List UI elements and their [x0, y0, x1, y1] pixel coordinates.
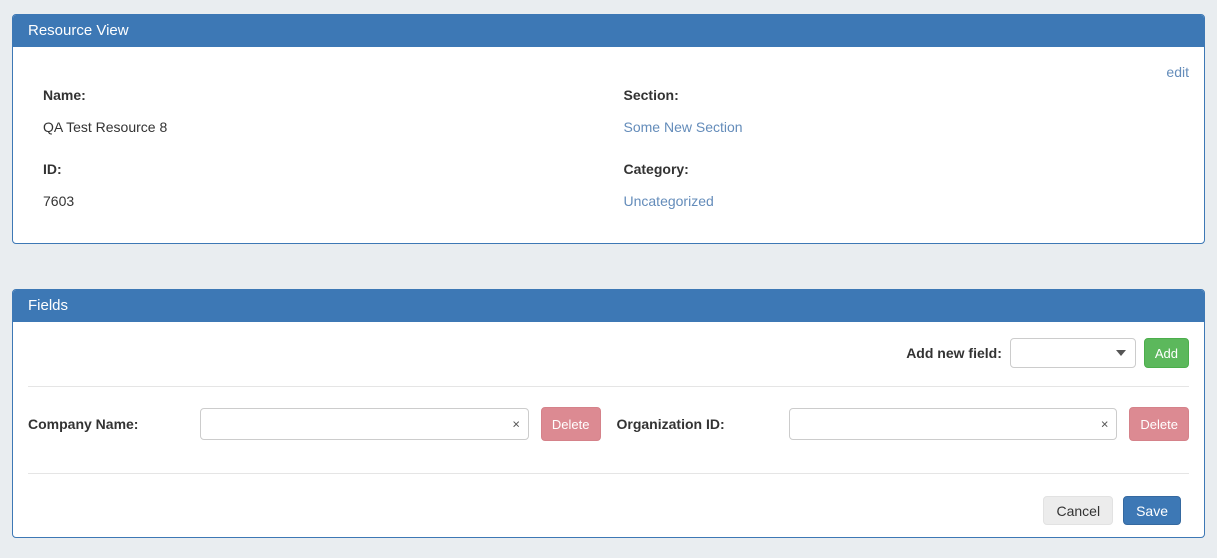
divider-bottom	[28, 473, 1189, 474]
resource-view-panel: Resource View edit Name: QA Test Resourc…	[12, 14, 1205, 244]
company-name-field: Company Name: × Delete	[28, 407, 601, 441]
organization-id-label: Organization ID:	[617, 416, 777, 432]
company-name-label: Company Name:	[28, 416, 188, 432]
save-button[interactable]: Save	[1123, 496, 1181, 525]
category-group: Category: Uncategorized	[624, 159, 1175, 211]
name-label: Name:	[43, 85, 594, 105]
id-value: 7603	[43, 191, 594, 211]
resource-view-panel-header: Resource View	[13, 15, 1204, 47]
resource-view-left-column: Name: QA Test Resource 8 ID: 7603	[28, 85, 609, 211]
company-name-input[interactable]	[200, 408, 529, 440]
add-new-field-select-wrap	[1010, 338, 1136, 368]
add-new-field-row: Add new field: Add	[28, 338, 1189, 368]
clear-x-icon[interactable]: ×	[1101, 418, 1109, 431]
cancel-button[interactable]: Cancel	[1043, 496, 1113, 525]
id-group: ID: 7603	[43, 159, 594, 211]
name-value: QA Test Resource 8	[43, 117, 594, 137]
add-button[interactable]: Add	[1144, 338, 1189, 368]
add-new-field-select[interactable]	[1010, 338, 1136, 368]
page: Resource View edit Name: QA Test Resourc…	[0, 0, 1217, 552]
resource-view-grid: Name: QA Test Resource 8 ID: 7603 Sectio…	[28, 85, 1189, 211]
category-label: Category:	[624, 159, 1175, 179]
resource-view-body: edit Name: QA Test Resource 8 ID: 7603 S…	[13, 47, 1204, 243]
clear-x-icon[interactable]: ×	[512, 418, 520, 431]
fields-panel-header: Fields	[13, 290, 1204, 322]
edit-link[interactable]: edit	[1166, 64, 1189, 80]
company-name-input-wrap: ×	[200, 408, 529, 440]
name-group: Name: QA Test Resource 8	[43, 85, 594, 137]
fields-title: Fields	[28, 297, 68, 314]
organization-id-input[interactable]	[789, 408, 1118, 440]
organization-id-field: Organization ID: × Delete	[617, 407, 1190, 441]
fields-panel: Fields Add new field: Add Company Name:	[12, 289, 1205, 538]
fields-panel-body: Add new field: Add Company Name: ×	[13, 322, 1204, 537]
category-link[interactable]: Uncategorized	[624, 193, 714, 209]
resource-view-right-column: Section: Some New Section Category: Unca…	[609, 85, 1190, 211]
custom-fields-row: Company Name: × Delete Organization ID: …	[28, 407, 1189, 441]
add-new-field-label: Add new field:	[906, 345, 1002, 361]
section-link[interactable]: Some New Section	[624, 119, 743, 135]
company-name-delete-button[interactable]: Delete	[541, 407, 601, 441]
section-label: Section:	[624, 85, 1175, 105]
section-group: Section: Some New Section	[624, 85, 1175, 137]
organization-id-delete-button[interactable]: Delete	[1129, 407, 1189, 441]
resource-view-title: Resource View	[28, 22, 129, 39]
divider-top	[28, 386, 1189, 387]
edit-row: edit	[28, 62, 1189, 82]
id-label: ID:	[43, 159, 594, 179]
organization-id-input-wrap: ×	[789, 408, 1118, 440]
actions-row: Cancel Save	[28, 496, 1181, 525]
